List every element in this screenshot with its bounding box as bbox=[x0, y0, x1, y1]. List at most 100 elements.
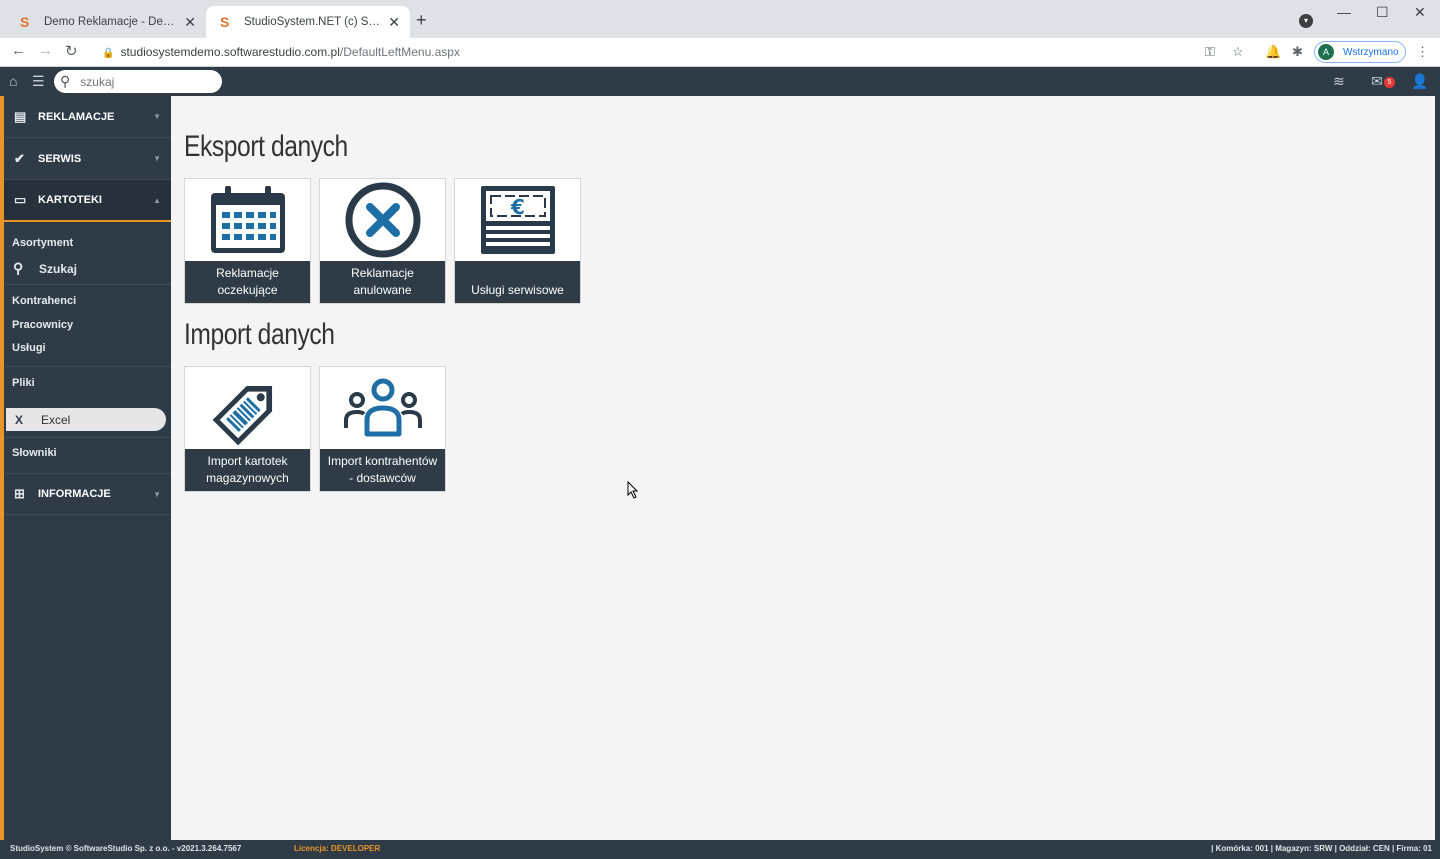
folder-icon: ▭ bbox=[14, 192, 27, 207]
tile-reklamacje-anulowane[interactable]: Reklamacje anulowane bbox=[319, 178, 446, 304]
tab-title: StudioSystem.NET (c) SoftwareStudio bbox=[244, 16, 380, 28]
document-icon: ▤ bbox=[14, 108, 27, 124]
users-group-icon bbox=[320, 367, 445, 449]
mail-icon[interactable]: ✉ bbox=[1371, 73, 1383, 90]
back-icon[interactable]: ← bbox=[11, 42, 26, 59]
divider bbox=[4, 366, 171, 367]
maximize-icon[interactable]: ☐ bbox=[1376, 4, 1389, 21]
close-tab-icon[interactable]: ✕ bbox=[184, 14, 196, 31]
license-value: DEVELOPER bbox=[330, 844, 381, 853]
url-field[interactable]: 🔒 studiosystemdemo.softwarestudio.com.pl/… bbox=[102, 45, 460, 59]
profile-avatar: A bbox=[1318, 44, 1334, 60]
license-label: Licencja: bbox=[294, 844, 329, 853]
copyright-version: StudioSystem © SoftwareStudio Sp. z o.o.… bbox=[10, 844, 242, 853]
mail-count-badge: 5 bbox=[1384, 77, 1395, 88]
price-tag-icon bbox=[185, 367, 310, 449]
url-path: /DefaultLeftMenu.aspx bbox=[339, 45, 460, 59]
home-icon[interactable]: ⌂ bbox=[9, 73, 17, 89]
extensions-puzzle-icon[interactable]: ✱ bbox=[1292, 44, 1303, 60]
sidebar-section-serwis[interactable]: ✔ SERWIS ▼ bbox=[4, 138, 171, 180]
tab-search-icon[interactable]: ▾ bbox=[1299, 14, 1313, 28]
tile-label: Reklamacje oczekujące bbox=[185, 261, 310, 303]
tasks-icon[interactable]: ≋ bbox=[1333, 73, 1345, 90]
app-top-bar: ⌂ ☰ ⚲ ≋ ✉ 5 👤 bbox=[0, 67, 1440, 96]
section-label: KARTOTEKI bbox=[38, 194, 102, 206]
tile-label: Import kontrahentów - dostawców bbox=[320, 449, 445, 491]
sitemap-icon: ⊞ bbox=[14, 486, 25, 501]
key-icon[interactable]: ⚿ bbox=[1205, 44, 1215, 60]
profile-paused-button[interactable]: A Wstrzymano bbox=[1314, 41, 1406, 63]
tile-label-line2: oczekujące bbox=[217, 283, 278, 297]
search-input[interactable] bbox=[80, 74, 201, 89]
search-icon: ⚲ bbox=[60, 73, 71, 89]
sidebar-item-label: Excel bbox=[41, 412, 71, 427]
close-window-icon[interactable]: ✕ bbox=[1414, 4, 1426, 21]
section-label: REKLAMACJE bbox=[38, 110, 115, 123]
tile-label-line2: anulowane bbox=[353, 283, 412, 297]
tile-label-line1: Reklamacje bbox=[216, 266, 279, 280]
sidebar-item-asortyment[interactable]: Asortyment bbox=[4, 237, 171, 249]
lock-icon: 🔒 bbox=[102, 48, 115, 59]
browser-tab-studiosystem[interactable]: S StudioSystem.NET (c) SoftwareStudio ✕ bbox=[206, 6, 410, 38]
license-info: Licencja: DEVELOPER bbox=[294, 844, 380, 853]
tile-label: Reklamacje anulowane bbox=[320, 261, 445, 303]
new-tab-icon[interactable]: + bbox=[416, 10, 427, 31]
user-icon[interactable]: 👤 bbox=[1411, 73, 1428, 90]
sidebar-item-szukaj[interactable]: ⚲ Szukaj bbox=[4, 260, 171, 277]
sidebar-item-pliki[interactable]: Pliki bbox=[4, 377, 171, 389]
cancel-circle-icon bbox=[320, 179, 445, 261]
profile-status-label: Wstrzymano bbox=[1343, 46, 1399, 58]
search-icon: ⚲ bbox=[13, 260, 24, 276]
tile-label-line1: Usługi serwisowe bbox=[471, 283, 564, 297]
tile-import-kartotek[interactable]: Import kartotek magazynowych bbox=[184, 366, 311, 492]
calendar-icon bbox=[185, 179, 310, 261]
bell-icon[interactable]: 🔔 bbox=[1265, 44, 1281, 60]
chevron-down-icon: ▼ bbox=[153, 154, 161, 163]
tile-label-line1: Import kontrahentów bbox=[327, 454, 438, 468]
sidebar-item-uslugi[interactable]: Usługi bbox=[4, 342, 171, 354]
svg-text:€: € bbox=[510, 195, 525, 219]
export-section-title: Eksport danych bbox=[184, 130, 348, 163]
sidebar-item-kontrahenci[interactable]: Kontrahenci bbox=[4, 295, 171, 307]
url-host: studiosystemdemo.softwarestudio.com.pl bbox=[120, 45, 340, 59]
sidebar-section-informacje[interactable]: ⊞ INFORMACJE ▼ bbox=[4, 473, 171, 515]
forward-icon[interactable]: → bbox=[38, 42, 53, 59]
bookmark-star-icon[interactable]: ☆ bbox=[1232, 44, 1244, 60]
sidebar-item-label: Szukaj bbox=[39, 261, 78, 276]
status-bar: StudioSystem © SoftwareStudio Sp. z o.o.… bbox=[0, 840, 1440, 859]
right-border bbox=[1435, 96, 1440, 840]
chevron-down-icon: ▼ bbox=[153, 489, 161, 499]
sidebar-item-pracownicy[interactable]: Pracownicy bbox=[4, 319, 171, 331]
tab-title: Demo Reklamacje - Demo on line bbox=[44, 16, 177, 28]
tile-reklamacje-oczekujace[interactable]: Reklamacje oczekujące bbox=[184, 178, 311, 304]
close-tab-icon[interactable]: ✕ bbox=[388, 14, 400, 31]
browser-menu-icon[interactable]: ⋮ bbox=[1416, 44, 1429, 60]
tile-label-line1: Reklamacje bbox=[351, 266, 414, 280]
app-search-box[interactable]: ⚲ bbox=[54, 70, 222, 93]
studiosystem-favicon-icon: S bbox=[20, 14, 30, 30]
main-content: Eksport danych Reklamacje oczekujące Rek… bbox=[171, 96, 1435, 840]
mouse-cursor-icon bbox=[627, 481, 639, 499]
sidebar-item-slowniki[interactable]: Słowniki bbox=[4, 447, 171, 459]
chevron-up-icon: ▲ bbox=[153, 195, 161, 205]
sidebar-section-kartoteki[interactable]: ▭ KARTOTEKI ▲ bbox=[4, 180, 171, 222]
sidebar-item-excel[interactable]: X Excel bbox=[6, 408, 166, 431]
tile-label: Import kartotek magazynowych bbox=[185, 449, 310, 491]
tile-label-line1: Import kartotek bbox=[207, 454, 288, 468]
browser-tab-bar: S Demo Reklamacje - Demo on line ✕ S Stu… bbox=[0, 0, 1440, 38]
context-info: | Komórka: 001 | Magazyn: SRW | Oddział:… bbox=[1211, 844, 1432, 853]
browser-tab-demo[interactable]: S Demo Reklamacje - Demo on line ✕ bbox=[6, 6, 206, 38]
chevron-down-icon: ▼ bbox=[153, 112, 161, 121]
address-bar: ← → ↻ 🔒 studiosystemdemo.softwarestudio.c… bbox=[0, 38, 1440, 67]
euro-document-icon: € bbox=[455, 179, 580, 261]
tile-uslugi-serwisowe[interactable]: € Usługi serwisowe bbox=[454, 178, 581, 304]
reload-icon[interactable]: ↻ bbox=[65, 42, 78, 60]
minimize-icon[interactable]: — bbox=[1337, 4, 1351, 20]
tile-label-line2: - dostawców bbox=[349, 471, 416, 485]
sidebar-section-reklamacje[interactable]: ▤ REKLAMACJE ▼ bbox=[4, 96, 171, 138]
import-section-title: Import danych bbox=[184, 318, 335, 351]
menu-toggle-icon[interactable]: ☰ bbox=[32, 73, 45, 90]
tile-import-kontrahentow[interactable]: Import kontrahentów - dostawców bbox=[319, 366, 446, 492]
section-label: SERWIS bbox=[38, 152, 82, 165]
excel-icon: X bbox=[15, 412, 24, 427]
